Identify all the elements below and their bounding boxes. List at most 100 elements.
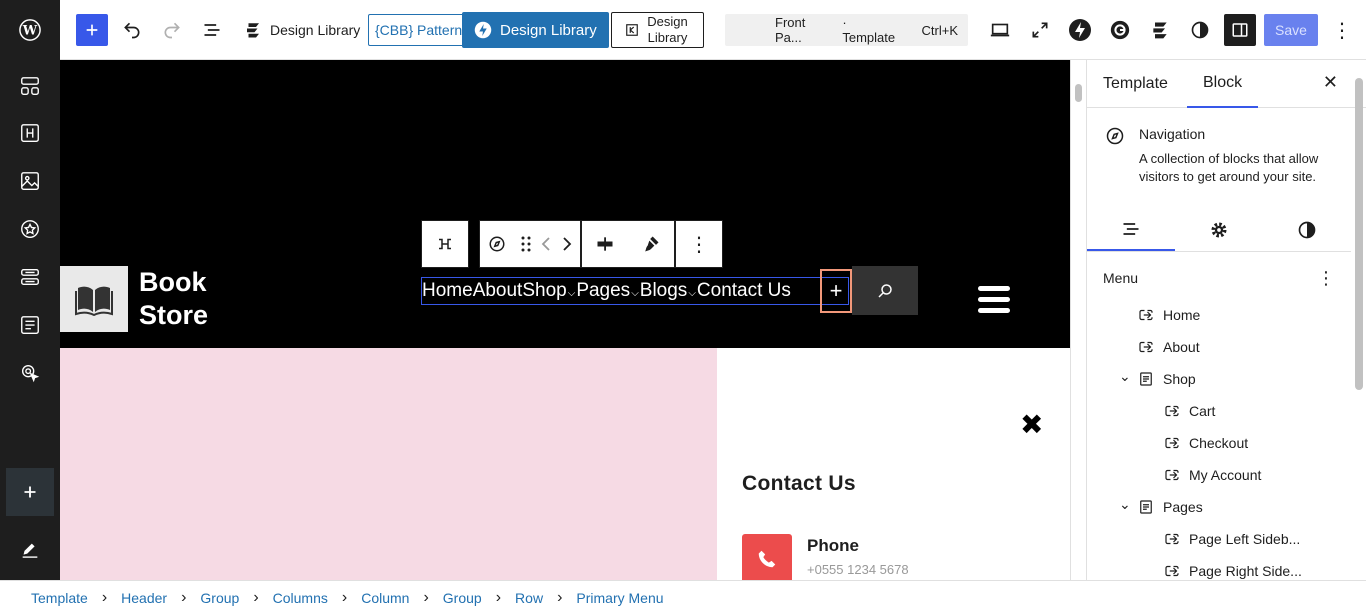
- style-brush-button[interactable]: [628, 221, 674, 267]
- breadcrumb-item[interactable]: Columns: [273, 590, 328, 606]
- menu-tree-item[interactable]: ⌄ Shop: [1119, 367, 1196, 391]
- save-button[interactable]: Save: [1264, 14, 1318, 46]
- menu-tree-item-label: Page Right Side...: [1189, 563, 1302, 579]
- add-block-icon[interactable]: [6, 468, 54, 516]
- contrast-icon: [1191, 21, 1209, 39]
- stack-icon[interactable]: [10, 257, 50, 297]
- menu-tree-item[interactable]: My Account: [1163, 463, 1261, 487]
- panel-scrollbar[interactable]: [1352, 60, 1366, 580]
- star-badge-icon[interactable]: [10, 209, 50, 249]
- tab-list-view[interactable]: [1087, 208, 1175, 251]
- menu-tree-item[interactable]: About: [1119, 335, 1200, 359]
- site-logo[interactable]: [60, 266, 128, 332]
- search-button[interactable]: [852, 266, 918, 315]
- breadcrumb-item[interactable]: Column: [361, 590, 409, 606]
- chevron-down-icon[interactable]: ⌄: [1119, 368, 1131, 385]
- nav-item-blogs[interactable]: Blogs⌵: [640, 280, 697, 302]
- contact-panel[interactable]: ✖ Contact Us Phone +0555 1234 5678: [717, 348, 1070, 580]
- more-vertical-icon[interactable]: ⋮: [1317, 268, 1335, 289]
- menu-tree-item[interactable]: ⌄ Pages: [1119, 495, 1203, 519]
- undo-button[interactable]: [118, 12, 146, 48]
- justify-button[interactable]: [582, 221, 628, 267]
- document-overview-button[interactable]: [198, 12, 226, 48]
- pencil-icon[interactable]: [10, 530, 50, 570]
- menu-tree-item-label: My Account: [1189, 467, 1262, 483]
- cbb-pattern-button[interactable]: {CBB} Pattern: [368, 14, 470, 46]
- redo-button[interactable]: [158, 12, 186, 48]
- block-inserter-button[interactable]: [76, 14, 108, 46]
- tab-block[interactable]: Block: [1187, 60, 1259, 108]
- menu-tree-item-label: Shop: [1163, 371, 1196, 387]
- nav-item-home[interactable]: Home: [422, 280, 473, 302]
- expand-icon: [1032, 22, 1048, 38]
- book-icon: [75, 286, 113, 316]
- nav-item-contact[interactable]: Contact Us: [697, 280, 791, 302]
- wordpress-logo-icon[interactable]: W: [10, 10, 50, 50]
- fullscreen-button[interactable]: [1026, 12, 1054, 48]
- tab-template-label: Template: [1103, 75, 1168, 92]
- image-icon[interactable]: [10, 161, 50, 201]
- block-type-button[interactable]: [480, 221, 514, 267]
- form-icon[interactable]: [10, 305, 50, 345]
- options-button[interactable]: ⋮: [1330, 12, 1354, 48]
- bolt-logo-icon: [474, 21, 492, 39]
- breadcrumb-item[interactable]: Row: [515, 590, 543, 606]
- tab-template[interactable]: Template: [1087, 60, 1184, 108]
- plugin-bolt-button[interactable]: [1066, 12, 1094, 48]
- move-right-button[interactable]: [554, 221, 580, 267]
- menu-tree-item[interactable]: Checkout: [1163, 431, 1248, 455]
- breadcrumb-item[interactable]: Group: [200, 590, 239, 606]
- phone-label: Phone: [807, 536, 859, 555]
- chevron-right-icon: ›: [341, 589, 348, 606]
- close-icon[interactable]: ✖: [1020, 408, 1043, 441]
- site-title[interactable]: Book Store: [139, 266, 208, 332]
- design-library-primary-button[interactable]: Design Library: [462, 12, 609, 48]
- move-left-button[interactable]: [538, 221, 554, 267]
- site-header[interactable]: Book Store ⋮ Home About Shop⌵ Pages⌵ Blo…: [60, 60, 1070, 348]
- list-view-icon: [204, 24, 220, 36]
- design-library-button[interactable]: Design Library: [244, 12, 360, 48]
- cursor-click-icon[interactable]: [10, 353, 50, 393]
- menu-tree-item-label: About: [1163, 339, 1200, 355]
- canvas-scrollbar[interactable]: [1070, 60, 1086, 580]
- command-palette[interactable]: Front Pa... · Template Ctrl+K: [725, 14, 968, 46]
- menu-tree-item[interactable]: Cart: [1163, 399, 1215, 423]
- tab-settings[interactable]: [1175, 208, 1263, 251]
- block-toolbar: ⋮: [421, 220, 723, 268]
- breadcrumb-item[interactable]: Header: [121, 590, 167, 606]
- hero-image-area[interactable]: [60, 348, 717, 580]
- design-library-outline-button[interactable]: Design Library: [611, 12, 704, 48]
- close-icon[interactable]: ✕: [1323, 72, 1338, 93]
- nav-item-about[interactable]: About: [473, 280, 523, 302]
- page-icon: [1140, 372, 1152, 386]
- nav-item-pages[interactable]: Pages⌵: [576, 280, 639, 302]
- tab-styles[interactable]: [1263, 208, 1351, 251]
- breadcrumb-item[interactable]: Group: [443, 590, 482, 606]
- device-preview-button[interactable]: [986, 12, 1014, 48]
- add-nav-item-button[interactable]: +: [820, 269, 852, 313]
- layout-grid-icon[interactable]: [10, 66, 50, 106]
- stackable-button[interactable]: [1146, 12, 1174, 48]
- compass-icon: [1106, 127, 1124, 145]
- stackable-logo-icon: [247, 23, 259, 38]
- drag-handle[interactable]: [514, 221, 538, 267]
- menu-tree-item[interactable]: Home: [1119, 303, 1200, 327]
- select-parent-button[interactable]: [422, 221, 468, 267]
- nav-item-label: Contact Us: [696, 280, 791, 301]
- menu-tree-item[interactable]: Page Left Sideb...: [1163, 527, 1300, 551]
- nav-item-shop[interactable]: Shop⌵: [522, 280, 576, 302]
- settings-panel-toggle[interactable]: [1224, 14, 1256, 46]
- grammarly-button[interactable]: [1106, 12, 1134, 48]
- hamburger-menu-icon[interactable]: [978, 286, 1010, 314]
- heading-icon[interactable]: [10, 113, 50, 153]
- nav-item-label: About: [472, 280, 523, 301]
- block-options-button[interactable]: ⋮: [676, 221, 722, 267]
- breadcrumb-item[interactable]: Template: [31, 590, 88, 606]
- menu-tree-item-label: Home: [1163, 307, 1201, 323]
- navigation-block[interactable]: Home About Shop⌵ Pages⌵ Blogs⌵ Contact U…: [421, 277, 849, 305]
- chevron-down-icon[interactable]: ⌄: [1119, 496, 1131, 513]
- styles-button[interactable]: [1186, 12, 1214, 48]
- link-icon: [1165, 565, 1179, 577]
- phone-icon: [742, 534, 792, 580]
- breadcrumb-item[interactable]: Primary Menu: [576, 590, 663, 606]
